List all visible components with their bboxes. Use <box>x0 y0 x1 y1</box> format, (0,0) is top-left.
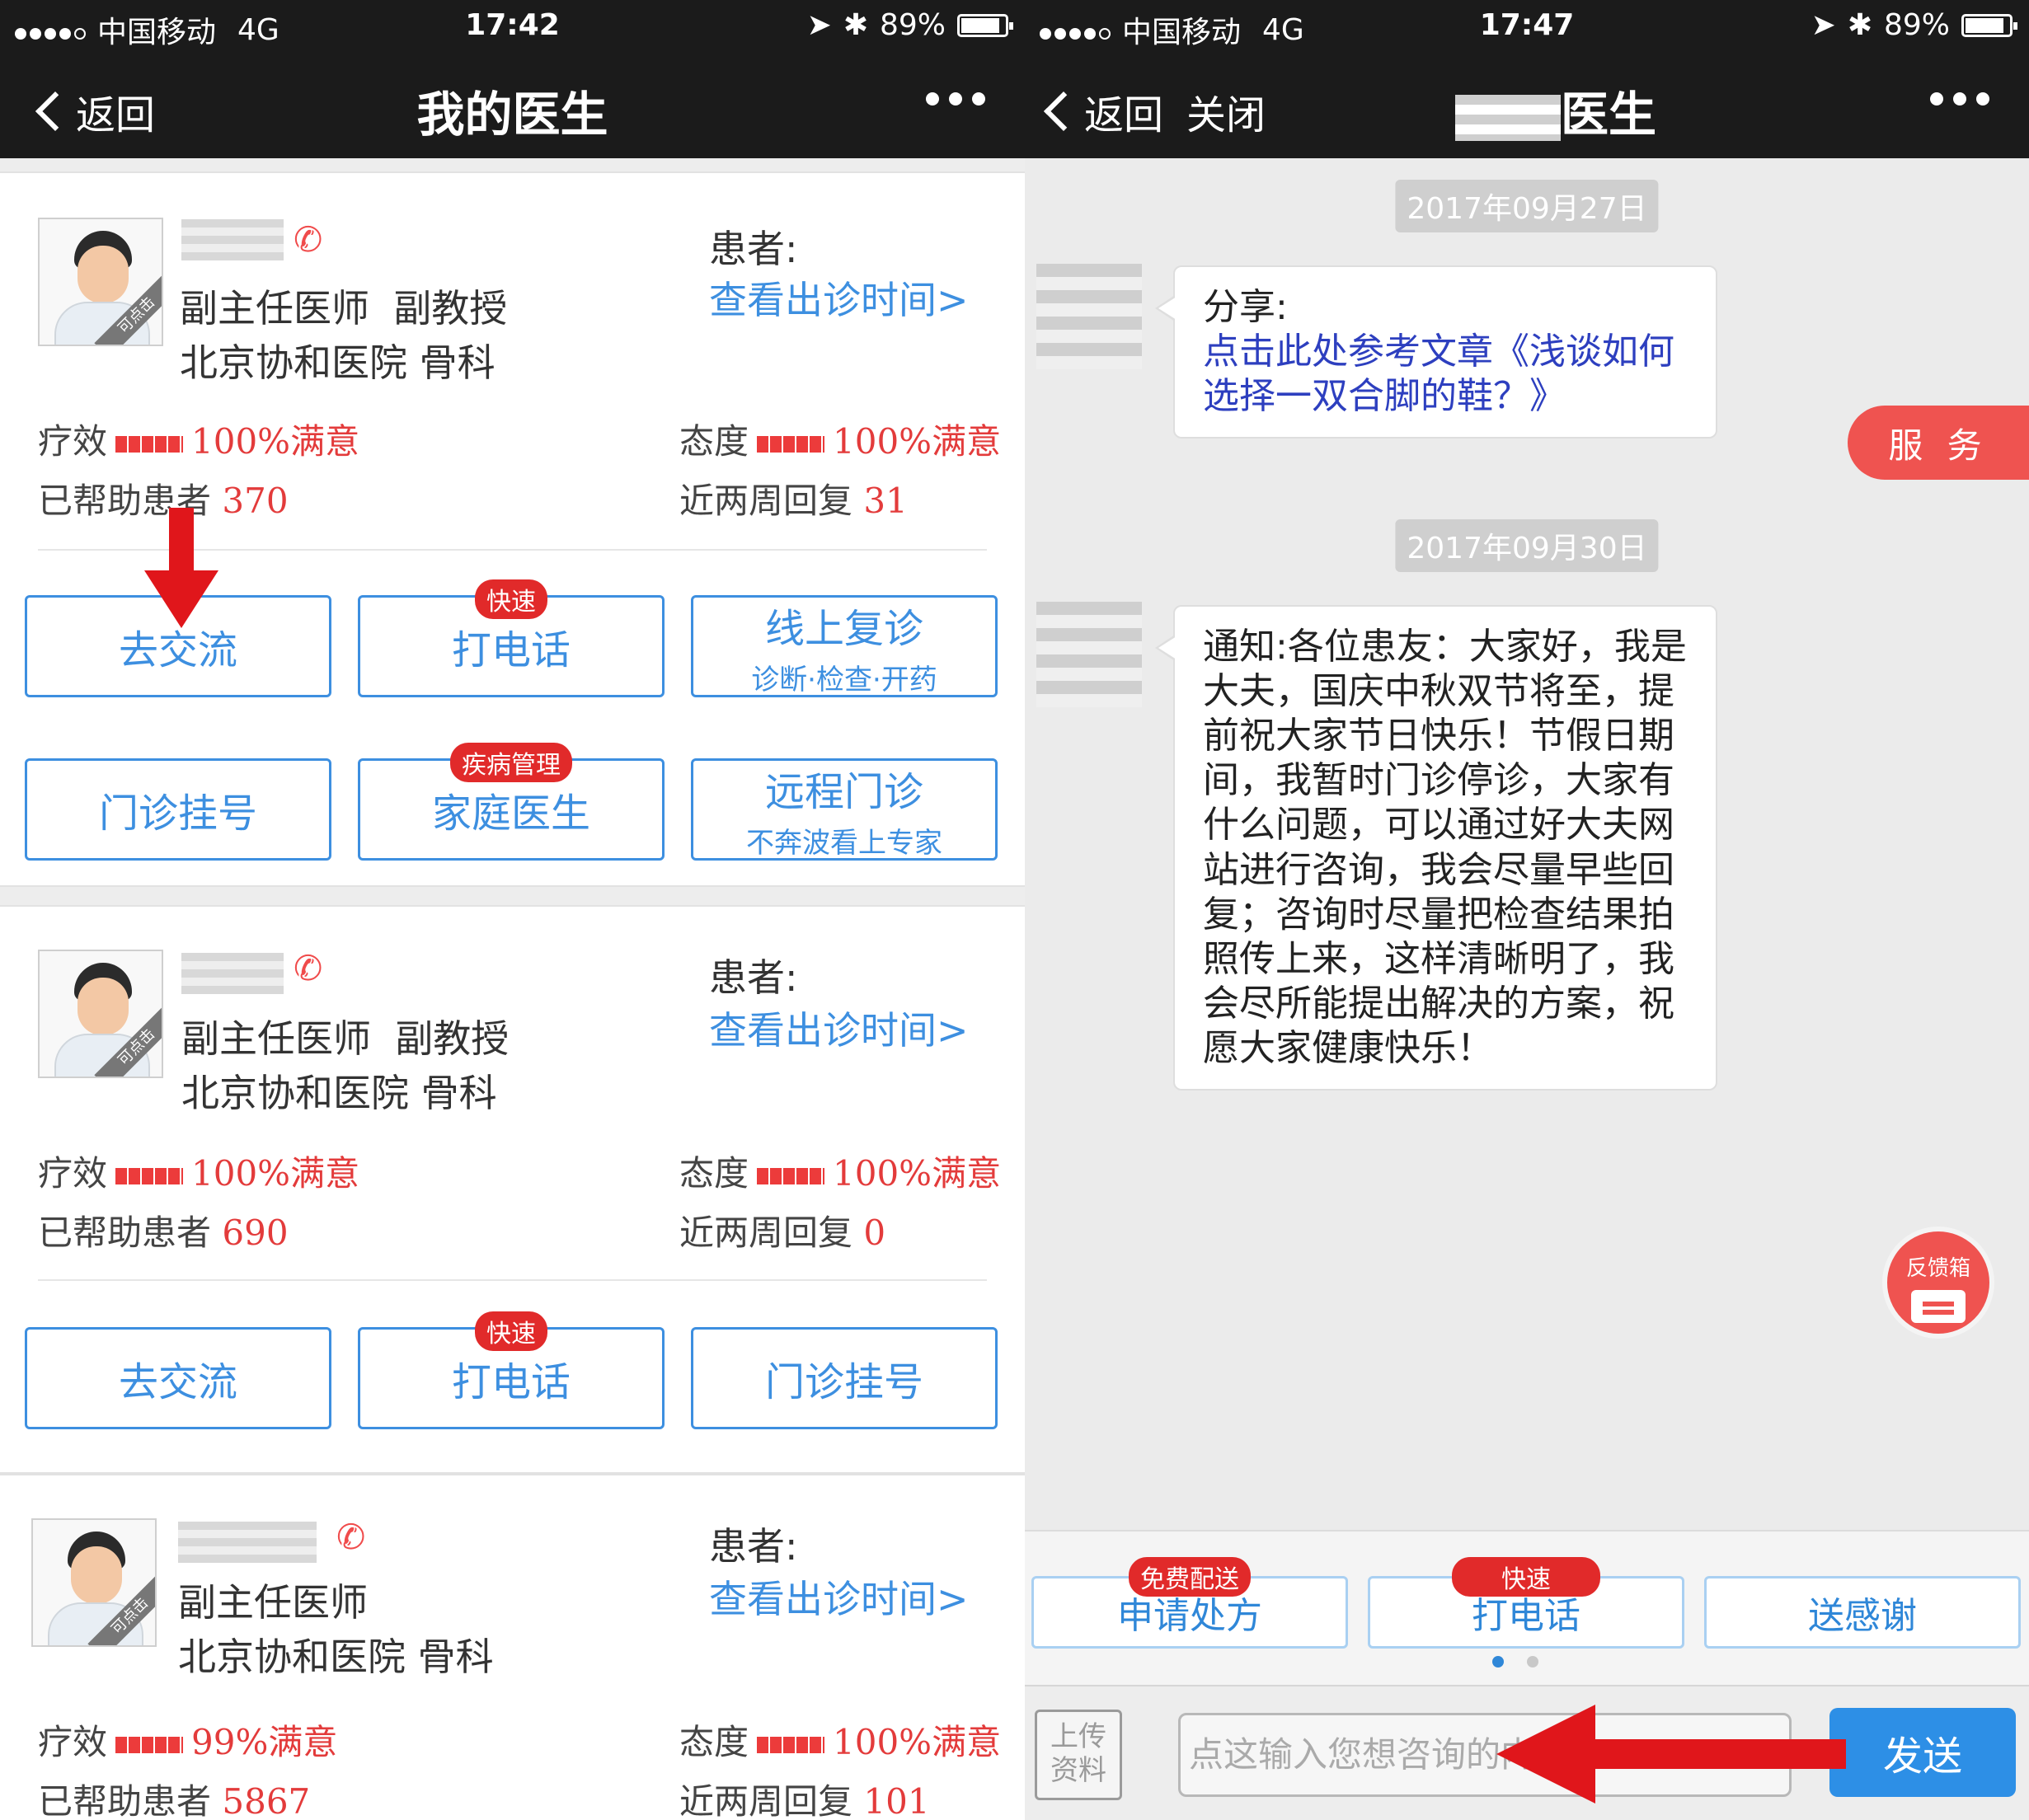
doctor-title: 副主任医师 <box>178 1580 368 1625</box>
battery-icon <box>1961 13 2017 37</box>
outpatient-register-button[interactable]: 门诊挂号 <box>25 758 331 861</box>
message-bubble: 通知:各位患友：大家好，我是大夫，国庆中秋双节将至，提前祝大家节日快乐！节假日期… <box>1155 605 1717 1091</box>
quick-tag: 快速 <box>475 1311 547 1351</box>
attitude-stat: 态度 100%满意 <box>679 421 1002 462</box>
doctor-hospital: 北京协和医院 骨科 <box>178 1635 494 1679</box>
attitude-stat: 态度 100%满意 <box>679 1153 1002 1194</box>
location-icon: ➤ <box>1811 8 1836 42</box>
date-divider: 2017年09月27日 <box>1395 180 1659 232</box>
doctor-hospital: 北京协和医院 骨科 <box>180 340 496 385</box>
service-tab[interactable]: 服 务 <box>1848 406 2029 480</box>
doctor-card: 可点击 ✆ 副主任医师 副教授 北京协和医院 骨科 患者: 查看出诊时间> 疗效… <box>0 171 1025 887</box>
bluetooth-icon: ✱ <box>1847 8 1872 42</box>
share-prefix: 分享: <box>1203 286 1288 328</box>
doctor-name-redacted <box>181 953 284 994</box>
thanks-button[interactable]: 送感谢 <box>1704 1576 2021 1649</box>
helped-stat: 已帮助患者 5867 <box>38 1781 311 1820</box>
family-doctor-button[interactable]: 疾病管理 家庭医生 <box>358 743 665 861</box>
patient-label: 患者: <box>709 227 798 271</box>
more-options-icon[interactable] <box>926 92 985 106</box>
phone-icon[interactable]: ✆ <box>294 219 322 260</box>
feedback-box-button[interactable]: 反馈箱 <box>1882 1227 1994 1339</box>
status-bar: 中国移动 4G 17:42 ➤ ✱ 89% <box>0 0 1025 51</box>
doctor-name-redacted <box>178 1522 317 1563</box>
page-indicator[interactable] <box>1025 1655 2029 1671</box>
doctor-card: 可点击 ✆ 副主任医师 北京协和医院 骨科 患者: 查看出诊时间> 疗效 99%满… <box>0 1474 1025 1820</box>
quick-action-bar: 免费配送 申请处方 快速 打电话 送感谢 <box>1025 1530 2029 1685</box>
schedule-link[interactable]: 查看出诊时间> <box>709 270 969 325</box>
free-delivery-tag: 免费配送 <box>1129 1557 1251 1597</box>
location-icon: ➤ <box>806 8 832 42</box>
patient-label: 患者: <box>709 1524 798 1569</box>
doctor-avatar[interactable]: 可点击 <box>38 218 163 346</box>
efficacy-stat: 疗效 100%满意 <box>38 421 360 462</box>
helped-stat: 已帮助患者 690 <box>38 1213 289 1253</box>
quick-tag: 快速 <box>1452 1557 1600 1597</box>
attitude-stat: 态度 100%满意 <box>679 1722 1002 1762</box>
rating-bars <box>757 1167 825 1184</box>
doctor-title: 副主任医师 副教授 <box>180 286 508 331</box>
phone-icon[interactable]: ✆ <box>294 948 322 988</box>
chat-button[interactable]: 去交流 <box>25 1327 331 1429</box>
doctor-chat-screen: 中国移动 4G 17:47 ➤ ✱ 89% 返回 关闭 医生 2017年09月2… <box>1025 0 2029 1820</box>
upload-button[interactable]: 上传资料 <box>1035 1710 1122 1800</box>
phone-icon[interactable]: ✆ <box>336 1517 365 1557</box>
doctor-avatar[interactable]: 可点击 <box>31 1518 157 1647</box>
rating-bars <box>757 435 825 453</box>
patient-label: 患者: <box>709 955 798 1000</box>
red-arrow-annotation <box>1496 1705 1846 1804</box>
bluetooth-icon: ✱ <box>843 8 868 42</box>
schedule-link[interactable]: 查看出诊时间> <box>709 1001 969 1055</box>
doctor-title: 副主任医师 副教授 <box>181 1016 510 1061</box>
nav-bar: 返回 关闭 医生 <box>1025 51 2029 158</box>
doctor-hospital: 北京协和医院 骨科 <box>181 1071 497 1115</box>
prescription-button[interactable]: 免费配送 申请处方 <box>1031 1557 1348 1649</box>
notice-text: 通知:各位患友：大家好，我是大夫，国庆中秋双节将至，提前祝大家节日快乐！节假日期… <box>1203 626 1687 1069</box>
disease-management-tag: 疾病管理 <box>450 743 572 782</box>
status-bar: 中国移动 4G 17:47 ➤ ✱ 89% <box>1025 0 2029 51</box>
reply-stat: 近两周回复 101 <box>679 1781 930 1820</box>
battery-icon <box>957 13 1013 37</box>
efficacy-stat: 疗效 100%满意 <box>38 1153 360 1194</box>
remote-clinic-button[interactable]: 远程门诊 不奔波看上专家 <box>691 758 998 861</box>
rating-bars <box>115 1736 184 1753</box>
reply-stat: 近两周回复 0 <box>679 1213 886 1253</box>
doctor-name-redacted <box>181 219 284 260</box>
feedback-icon <box>1911 1290 1966 1323</box>
page-title: 医生 <box>1083 76 2029 145</box>
my-doctors-screen: 中国移动 4G 17:42 ➤ ✱ 89% 返回 我的医生 可点击 ✆ 副主任医… <box>0 0 1025 1820</box>
date-divider: 2017年09月30日 <box>1395 519 1659 572</box>
message-bubble: 分享: 点击此处参考文章《浅谈如何选择一双合脚的鞋？》 <box>1155 265 1717 439</box>
send-button[interactable]: 发送 <box>1829 1708 2016 1797</box>
rating-bars <box>115 1167 184 1184</box>
efficacy-stat: 疗效 99%满意 <box>38 1722 338 1762</box>
doctor-avatar[interactable]: 可点击 <box>38 950 163 1078</box>
article-link[interactable]: 点击此处参考文章《浅谈如何选择一双合脚的鞋？》 <box>1203 330 1698 419</box>
helped-stat: 已帮助患者 370 <box>38 481 289 521</box>
page-title: 我的医生 <box>416 87 608 143</box>
battery-percent: 89% <box>879 8 946 42</box>
online-followup-button[interactable]: 线上复诊 诊断·检查·开药 <box>691 595 998 697</box>
reply-stat: 近两周回复 31 <box>679 481 908 521</box>
call-button[interactable]: 快速 打电话 <box>358 1311 665 1429</box>
doctor-name-redacted <box>1454 94 1561 141</box>
feedback-label: 反馈箱 <box>1905 1256 1970 1281</box>
red-arrow-annotation <box>144 508 218 628</box>
nav-bar: 返回 我的医生 <box>0 51 1025 158</box>
call-button[interactable]: 快速 打电话 <box>358 579 665 697</box>
schedule-link[interactable]: 查看出诊时间> <box>709 1569 969 1624</box>
battery-percent: 89% <box>1883 8 1950 42</box>
doctor-card: 可点击 ✆ 副主任医师 副教授 北京协和医院 骨科 患者: 查看出诊时间> 疗效… <box>0 905 1025 1474</box>
chevron-left-icon <box>1043 91 1084 132</box>
more-options-icon[interactable] <box>1930 92 1989 106</box>
call-button[interactable]: 快速 打电话 <box>1368 1557 1684 1649</box>
divider <box>38 1279 987 1281</box>
doctor-avatar[interactable] <box>1036 264 1142 369</box>
outpatient-register-button[interactable]: 门诊挂号 <box>691 1327 998 1429</box>
doctor-avatar[interactable] <box>1036 602 1142 707</box>
quick-tag: 快速 <box>475 579 547 619</box>
rating-bars <box>757 1736 825 1753</box>
rating-bars <box>115 435 184 453</box>
